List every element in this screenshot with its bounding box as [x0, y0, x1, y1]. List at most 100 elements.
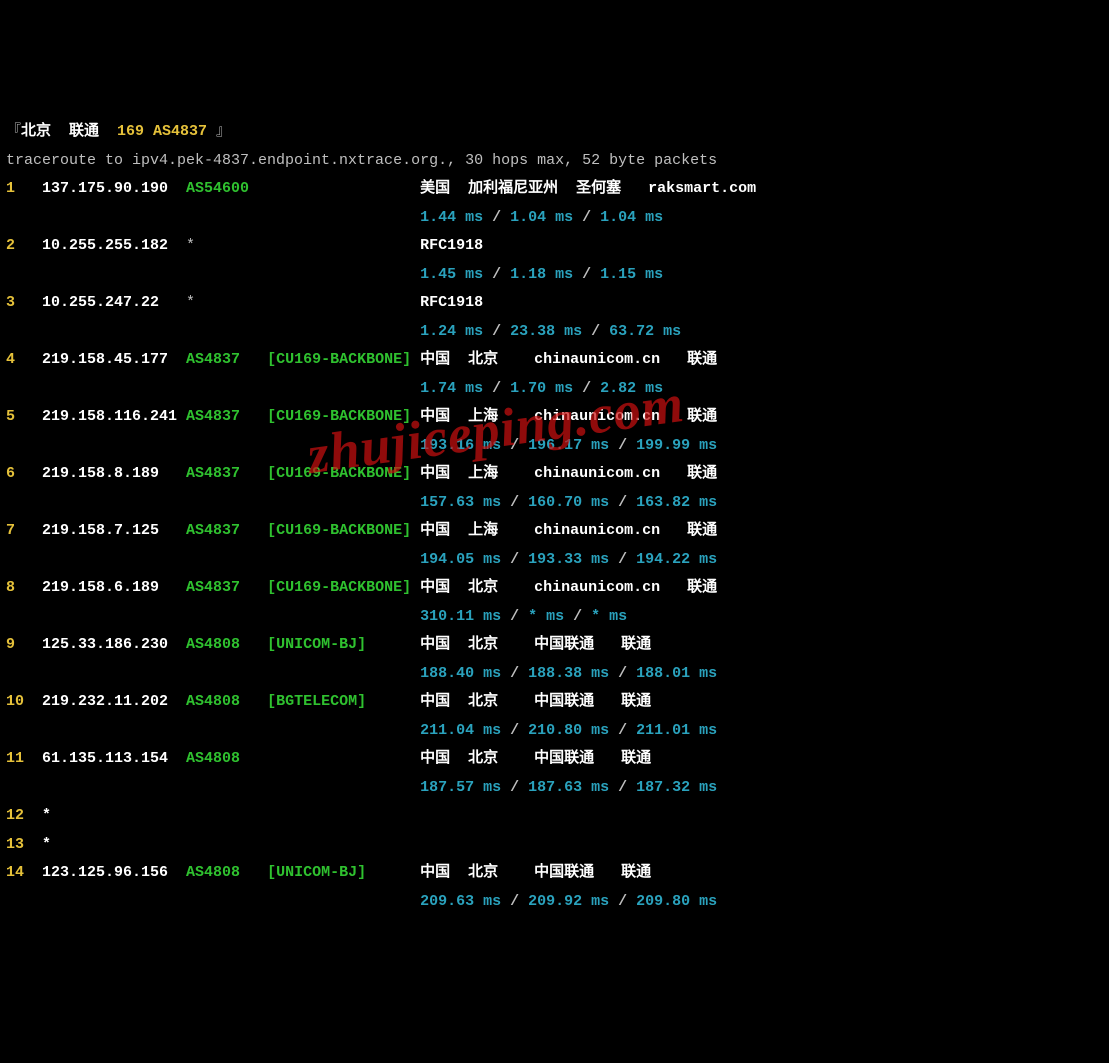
hop-location: 中国 北京 chinaunicom.cn 联通: [420, 579, 717, 596]
hop-row: 5 219.158.116.241 AS4837 [CU169-BACKBONE…: [6, 403, 1109, 432]
rtt-value: 194.05 ms: [420, 551, 501, 568]
hop-asn: AS4837: [186, 522, 267, 539]
rtt-value: 187.32 ms: [636, 779, 717, 796]
hop-tag: [CU169-BACKBONE]: [267, 465, 420, 482]
rtt-value: 1.15 ms: [600, 266, 663, 283]
rtt-value: 211.01 ms: [636, 722, 717, 739]
hop-row: 14 123.125.96.156 AS4808 [UNICOM-BJ] 中国 …: [6, 859, 1109, 888]
hop-row: 10 219.232.11.202 AS4808 [BGTELECOM] 中国 …: [6, 688, 1109, 717]
hop-number: 6: [6, 465, 42, 482]
hop-ip: 61.135.113.154: [42, 750, 186, 767]
hop-number: 11: [6, 750, 42, 767]
hop-rtt-row: 194.05 ms / 193.33 ms / 194.22 ms: [6, 546, 1109, 575]
hop-number: 14: [6, 864, 42, 881]
hop-star: *: [42, 807, 51, 824]
hop-tag: [UNICOM-BJ]: [267, 636, 420, 653]
hop-ip: 219.232.11.202: [42, 693, 186, 710]
hop-rtt-row: 209.63 ms / 209.92 ms / 209.80 ms: [6, 888, 1109, 917]
hop-rtt-row: 187.57 ms / 187.63 ms / 187.32 ms: [6, 774, 1109, 803]
hop-number: 10: [6, 693, 42, 710]
hop-tag: [CU169-BACKBONE]: [267, 408, 420, 425]
rtt-value: 1.44 ms: [420, 209, 483, 226]
hop-rtt-row: 1.74 ms / 1.70 ms / 2.82 ms: [6, 375, 1109, 404]
hop-tag: [CU169-BACKBONE]: [267, 522, 420, 539]
hop-rtt-row: 1.24 ms / 23.38 ms / 63.72 ms: [6, 318, 1109, 347]
rtt-value: 188.40 ms: [420, 665, 501, 682]
rtt-value: 63.72 ms: [609, 323, 681, 340]
hop-location: 中国 上海 chinaunicom.cn 联通: [420, 465, 717, 482]
hop-number: 7: [6, 522, 42, 539]
hop-row: 9 125.33.186.230 AS4808 [UNICOM-BJ] 中国 北…: [6, 631, 1109, 660]
hop-ip: 219.158.8.189: [42, 465, 186, 482]
rtt-value: 193.16 ms: [420, 437, 501, 454]
rtt-value: 199.99 ms: [636, 437, 717, 454]
hop-rtt-row: 157.63 ms / 160.70 ms / 163.82 ms: [6, 489, 1109, 518]
rtt-value: 310.11 ms: [420, 608, 501, 625]
hop-location: RFC1918: [420, 237, 483, 254]
hop-location: 中国 北京 中国联通 联通: [420, 864, 651, 881]
hop-number: 12: [6, 807, 42, 824]
hop-location: 中国 上海 chinaunicom.cn 联通: [420, 408, 717, 425]
hop-asn: AS4808: [186, 636, 267, 653]
hop-asn: AS54600: [186, 180, 267, 197]
hop-row: 6 219.158.8.189 AS4837 [CU169-BACKBONE] …: [6, 460, 1109, 489]
hop-number: 3: [6, 294, 42, 311]
rtt-value: 163.82 ms: [636, 494, 717, 511]
rtt-value: 1.70 ms: [510, 380, 573, 397]
rtt-value: 193.33 ms: [528, 551, 609, 568]
hop-ip: 123.125.96.156: [42, 864, 186, 881]
rtt-value: 187.57 ms: [420, 779, 501, 796]
hop-row: 11 61.135.113.154 AS4808 中国 北京 中国联通 联通: [6, 745, 1109, 774]
hop-asn: AS4837: [186, 579, 267, 596]
rtt-value: 157.63 ms: [420, 494, 501, 511]
hop-row: 8 219.158.6.189 AS4837 [CU169-BACKBONE] …: [6, 574, 1109, 603]
hop-location: 中国 北京 中国联通 联通: [420, 636, 651, 653]
hop-tag: [BGTELECOM]: [267, 693, 420, 710]
rtt-value: 23.38 ms: [510, 323, 582, 340]
hop-row: 3 10.255.247.22 * RFC1918: [6, 289, 1109, 318]
terminal-output: 『北京 联通 169 AS4837 』traceroute to ipv4.pe…: [6, 118, 1109, 916]
hop-rtt-row: 188.40 ms / 188.38 ms / 188.01 ms: [6, 660, 1109, 689]
hop-asn: AS4837: [186, 465, 267, 482]
rtt-value: 1.24 ms: [420, 323, 483, 340]
hop-star: *: [42, 836, 51, 853]
hop-row: 1 137.175.90.190 AS54600 美国 加利福尼亚州 圣何塞 r…: [6, 175, 1109, 204]
hop-asn: *: [186, 237, 195, 254]
hop-number: 13: [6, 836, 42, 853]
rtt-value: 196.17 ms: [528, 437, 609, 454]
hop-rtt-row: 211.04 ms / 210.80 ms / 211.01 ms: [6, 717, 1109, 746]
rtt-value: 209.80 ms: [636, 893, 717, 910]
hop-asn: AS4808: [186, 693, 267, 710]
hop-number: 1: [6, 180, 42, 197]
rtt-value: 194.22 ms: [636, 551, 717, 568]
route-header: 『北京 联通 169 AS4837 』: [6, 118, 1109, 147]
hop-number: 8: [6, 579, 42, 596]
rtt-value: 188.01 ms: [636, 665, 717, 682]
rtt-value: 211.04 ms: [420, 722, 501, 739]
hop-row: 7 219.158.7.125 AS4837 [CU169-BACKBONE] …: [6, 517, 1109, 546]
traceroute-command: traceroute to ipv4.pek-4837.endpoint.nxt…: [6, 147, 1109, 176]
rtt-value: 1.74 ms: [420, 380, 483, 397]
rtt-value: 2.82 ms: [600, 380, 663, 397]
hop-rtt-row: 1.44 ms / 1.04 ms / 1.04 ms: [6, 204, 1109, 233]
hop-number: 4: [6, 351, 42, 368]
hop-ip: 125.33.186.230: [42, 636, 186, 653]
rtt-value: 210.80 ms: [528, 722, 609, 739]
hop-number: 9: [6, 636, 42, 653]
hop-tag: [CU169-BACKBONE]: [267, 579, 420, 596]
hop-ip: 219.158.45.177: [42, 351, 186, 368]
rtt-value: 1.04 ms: [510, 209, 573, 226]
hop-rtt-row: 310.11 ms / * ms / * ms: [6, 603, 1109, 632]
hop-row: 4 219.158.45.177 AS4837 [CU169-BACKBONE]…: [6, 346, 1109, 375]
hop-tag: [CU169-BACKBONE]: [267, 351, 420, 368]
hop-ip: 219.158.7.125: [42, 522, 186, 539]
rtt-value: 160.70 ms: [528, 494, 609, 511]
hop-location: RFC1918: [420, 294, 483, 311]
hop-location: 中国 北京 中国联通 联通: [420, 693, 651, 710]
hop-asn: AS4808: [186, 864, 267, 881]
rtt-value: 1.04 ms: [600, 209, 663, 226]
hop-ip: 10.255.255.182: [42, 237, 186, 254]
rtt-value: 209.63 ms: [420, 893, 501, 910]
hop-location: 中国 北京 chinaunicom.cn 联通: [420, 351, 717, 368]
hop-asn: AS4808: [186, 750, 267, 767]
